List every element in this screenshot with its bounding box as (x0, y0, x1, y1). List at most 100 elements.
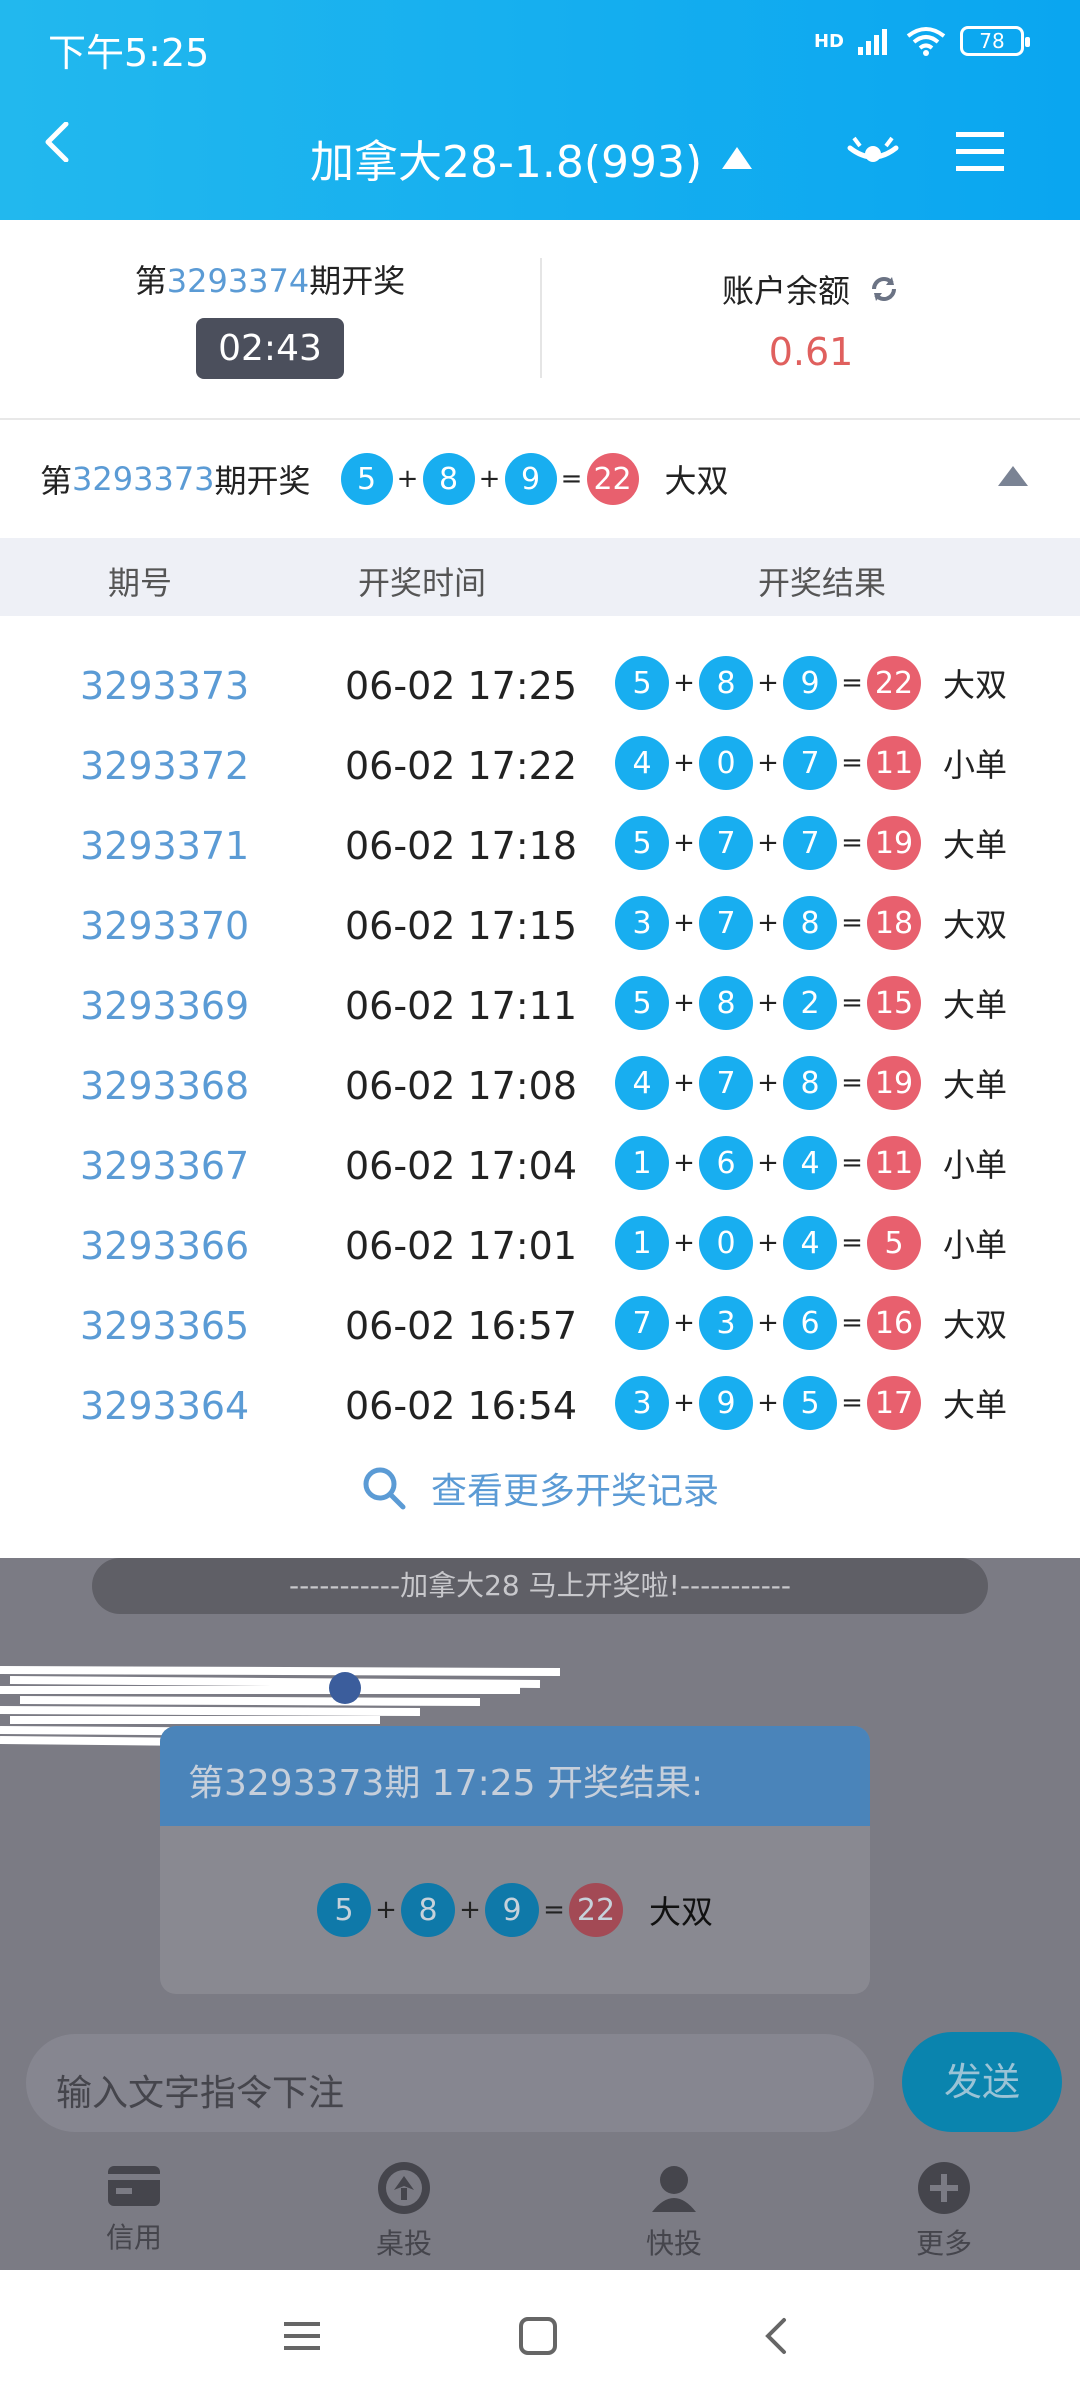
row-time: 06-02 17:04 (345, 1144, 578, 1188)
page-title[interactable]: 加拿大28-1.8(993) (310, 126, 753, 190)
table-row[interactable]: 3293372 06-02 17:22 4 +0 +7 = 11 小单 (0, 724, 1080, 804)
more-records-link[interactable]: 查看更多开奖记录 (0, 1462, 1080, 1514)
row-time: 06-02 17:22 (345, 744, 578, 788)
eye-icon[interactable] (846, 132, 900, 172)
row-period[interactable]: 3293368 (80, 1064, 249, 1108)
search-icon (363, 1467, 406, 1510)
table-row[interactable]: 3293366 06-02 17:01 1 +0 +4 = 5 小单 (0, 1204, 1080, 1284)
bet-command-input[interactable]: 输入文字指令下注 (26, 2034, 874, 2132)
plus-sign: + (375, 1895, 397, 1925)
sum-ball: 18 (867, 896, 921, 950)
table-row[interactable]: 3293369 06-02 17:11 5 +8 +2 = 15 大单 (0, 964, 1080, 1044)
plus-sign: + (673, 748, 695, 778)
send-button[interactable]: 发送 (902, 2032, 1062, 2132)
row-period[interactable]: 3293370 (80, 904, 249, 948)
caret-up-icon (722, 147, 753, 169)
bottom-tabs: 信用 桌投 快投 更多 (0, 2150, 1080, 2270)
wifi-icon (906, 27, 946, 56)
tab-table-bet[interactable]: 桌投 (334, 2160, 474, 2262)
table-row[interactable]: 3293365 06-02 16:57 7 +3 +6 = 16 大双 (0, 1284, 1080, 1364)
sum-ball: 22 (586, 453, 639, 505)
plus-sign: + (459, 1895, 481, 1925)
row-result: 4 +7 +8 = 19 大单 (615, 1056, 1007, 1110)
table-row[interactable]: 3293364 06-02 16:54 3 +9 +5 = 17 大单 (0, 1364, 1080, 1444)
last-result-row[interactable]: 第 3293373 期开奖 5 + 8 + 9 = 22 大双 (0, 420, 1080, 538)
table-row[interactable]: 3293373 06-02 17:25 5 +8 +9 = 22 大双 (0, 644, 1080, 724)
status-icons: HD 78 (814, 26, 1030, 56)
last-result-label: 大双 (664, 462, 729, 500)
menu-icon[interactable] (956, 130, 1004, 174)
ball: 4 (783, 1136, 837, 1190)
plus-sign: + (757, 1228, 779, 1258)
system-nav-bar (0, 2272, 1080, 2400)
home-icon[interactable] (518, 2316, 558, 2356)
countdown-timer: 02:43 (196, 318, 344, 379)
row-result: 7 +3 +6 = 16 大双 (615, 1296, 1007, 1350)
plus-sign: + (757, 748, 779, 778)
row-result-label: 大双 (943, 906, 1008, 944)
ball: 0 (699, 1216, 753, 1270)
current-draw-panel: 第3293374期开奖 02:43 (0, 220, 540, 420)
row-period[interactable]: 3293372 (80, 744, 249, 788)
table-row[interactable]: 3293368 06-02 17:08 4 +7 +8 = 19 大单 (0, 1044, 1080, 1124)
row-period[interactable]: 3293371 (80, 824, 249, 868)
table-row[interactable]: 3293370 06-02 17:15 3 +7 +8 = 18 大双 (0, 884, 1080, 964)
card-icon (108, 2166, 160, 2206)
row-result: 5 +8 +9 = 22 大双 (615, 656, 1007, 710)
row-result-label: 小单 (943, 746, 1008, 784)
tab-label: 快投 (645, 2227, 702, 2260)
user-icon (652, 2166, 696, 2212)
ball: 8 (422, 453, 475, 505)
tab-credit[interactable]: 信用 (64, 2160, 204, 2256)
sum-ball: 15 (867, 976, 921, 1030)
recent-apps-icon[interactable] (282, 2316, 322, 2356)
row-period[interactable]: 3293367 (80, 1144, 249, 1188)
balance-panel: 账户余额 0.61 (542, 220, 1080, 420)
plus-sign: + (673, 1388, 695, 1418)
ball: 7 (615, 1296, 669, 1350)
ball: 3 (699, 1296, 753, 1350)
row-time: 06-02 17:15 (345, 904, 578, 948)
card-title: 第3293373期 17:25 开奖结果: (160, 1726, 870, 1826)
row-time: 06-02 16:54 (345, 1384, 578, 1428)
collapse-icon[interactable] (998, 466, 1028, 486)
back-icon[interactable] (38, 122, 78, 162)
tab-more[interactable]: 更多 (874, 2160, 1014, 2262)
table-row[interactable]: 3293371 06-02 17:18 5 +7 +7 = 19 大单 (0, 804, 1080, 884)
table-row[interactable]: 3293367 06-02 17:04 1 +6 +4 = 11 小单 (0, 1124, 1080, 1204)
tab-label: 桌投 (375, 2227, 432, 2260)
row-period[interactable]: 3293365 (80, 1304, 249, 1348)
plus-sign: + (757, 1148, 779, 1178)
equals-sign: = (841, 908, 863, 938)
refresh-icon[interactable] (868, 273, 900, 305)
more-records-label: 查看更多开奖记录 (430, 1471, 719, 1512)
sum-ball: 19 (867, 1056, 921, 1110)
sum-ball: 16 (867, 1296, 921, 1350)
row-period[interactable]: 3293373 (80, 664, 249, 708)
ball: 4 (615, 736, 669, 790)
row-period[interactable]: 3293366 (80, 1224, 249, 1268)
ball: 8 (783, 1056, 837, 1110)
row-result: 5 +8 +2 = 15 大单 (615, 976, 1007, 1030)
ball: 4 (783, 1216, 837, 1270)
sum-ball: 22 (568, 1883, 623, 1937)
plus-sign: + (757, 668, 779, 698)
plus-sign: + (673, 988, 695, 1018)
row-period[interactable]: 3293369 (80, 984, 249, 1028)
equals-sign: = (841, 1308, 863, 1338)
equals-sign: = (841, 748, 863, 778)
ball: 9 (699, 1376, 753, 1430)
row-period[interactable]: 3293364 (80, 1384, 249, 1428)
plus-sign: + (478, 464, 501, 494)
equals-sign: = (841, 668, 863, 698)
sum-ball: 11 (867, 1136, 921, 1190)
ball: 5 (340, 453, 393, 505)
ball: 7 (699, 816, 753, 870)
plus-sign: + (396, 464, 419, 494)
row-result-label: 小单 (943, 1146, 1008, 1184)
back-nav-icon[interactable] (756, 2316, 796, 2356)
tab-quick-bet[interactable]: 快投 (604, 2160, 744, 2262)
col-period: 期号 (108, 564, 173, 602)
card-body: 5 + 8 + 9 = 22 大双 (160, 1826, 870, 1994)
period-prefix: 第 (134, 262, 167, 300)
